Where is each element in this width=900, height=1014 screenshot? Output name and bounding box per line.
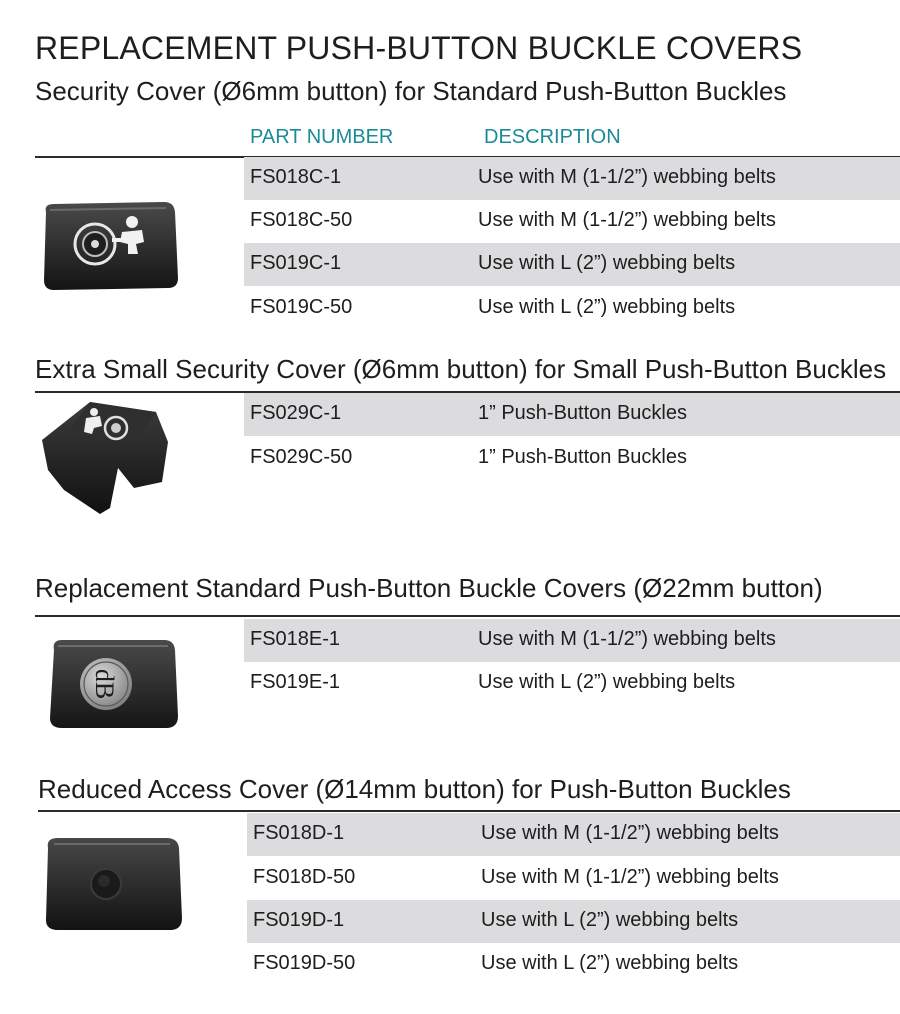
- description: Use with L (2”) webbing belts: [481, 909, 739, 931]
- column-header-description: DESCRIPTION: [484, 126, 621, 148]
- part-number: FS018C-1: [250, 166, 342, 188]
- part-number: FS019D-1: [253, 909, 345, 931]
- part-number: FS019E-1: [250, 671, 341, 693]
- description: Use with M (1-1/2”) webbing belts: [478, 628, 776, 650]
- section-title-standard-buckle-covers: Replacement Standard Push-Button Buckle …: [35, 573, 823, 603]
- description: Use with L (2”) webbing belts: [478, 252, 736, 274]
- part-number: FS029C-1: [250, 402, 342, 424]
- part-number: FS018C-50: [250, 209, 353, 231]
- description: Use with M (1-1/2”) webbing belts: [478, 166, 776, 188]
- description: Use with L (2”) webbing belts: [478, 671, 736, 693]
- svg-text:dB: dB: [90, 669, 119, 699]
- table-row: FS019E-1 Use with L (2”) webbing belts: [244, 662, 900, 705]
- extra-small-security-cover-icon: [38, 398, 172, 521]
- table-row: FS019C-1 Use with L (2”) webbing belts: [244, 243, 900, 286]
- section-divider: [38, 810, 900, 812]
- table-row: FS018E-1 Use with M (1-1/2”) webbing bel…: [244, 619, 900, 662]
- description: 1” Push-Button Buckles: [478, 446, 687, 468]
- description: 1” Push-Button Buckles: [478, 402, 687, 424]
- page-title: REPLACEMENT PUSH-BUTTON BUCKLE COVERS: [35, 30, 803, 66]
- table-row: FS018D-50 Use with M (1-1/2”) webbing be…: [247, 857, 900, 900]
- table-row: FS029C-1 1” Push-Button Buckles: [244, 393, 900, 436]
- description: Use with M (1-1/2”) webbing belts: [481, 866, 779, 888]
- description: Use with M (1-1/2”) webbing belts: [478, 209, 776, 231]
- part-number: FS029C-50: [250, 446, 353, 468]
- part-number: FS018E-1: [250, 628, 341, 650]
- section-title-security-cover: Security Cover (Ø6mm button) for Standar…: [35, 76, 787, 106]
- table-row: FS018C-1 Use with M (1-1/2”) webbing bel…: [244, 157, 900, 200]
- part-number: FS019C-50: [250, 296, 353, 318]
- part-number: FS019D-50: [253, 952, 356, 974]
- reduced-access-cover-icon: [42, 834, 184, 939]
- section-title-reduced-access-cover: Reduced Access Cover (Ø14mm button) for …: [38, 774, 791, 804]
- section-title-extra-small-security-cover: Extra Small Security Cover (Ø6mm button)…: [35, 354, 887, 384]
- description: Use with L (2”) webbing belts: [481, 952, 739, 974]
- column-header-part-number: PART NUMBER: [250, 126, 394, 148]
- table-row: FS019D-1 Use with L (2”) webbing belts: [247, 900, 900, 943]
- table-row: FS018D-1 Use with M (1-1/2”) webbing bel…: [247, 813, 900, 856]
- table-row: FS029C-50 1” Push-Button Buckles: [244, 437, 900, 480]
- standard-buckle-cover-icon: dB: [46, 636, 180, 737]
- part-number: FS019C-1: [250, 252, 342, 274]
- description: Use with M (1-1/2”) webbing belts: [481, 822, 779, 844]
- part-number: FS018D-1: [253, 822, 345, 844]
- table-row: FS018C-50 Use with M (1-1/2”) webbing be…: [244, 200, 900, 243]
- table-row: FS019C-50 Use with L (2”) webbing belts: [244, 287, 900, 330]
- table-row: FS019D-50 Use with L (2”) webbing belts: [247, 943, 900, 986]
- part-number: FS018D-50: [253, 866, 356, 888]
- section-divider: [35, 615, 900, 617]
- description: Use with L (2”) webbing belts: [478, 296, 736, 318]
- security-cover-buckle-icon: [40, 198, 180, 299]
